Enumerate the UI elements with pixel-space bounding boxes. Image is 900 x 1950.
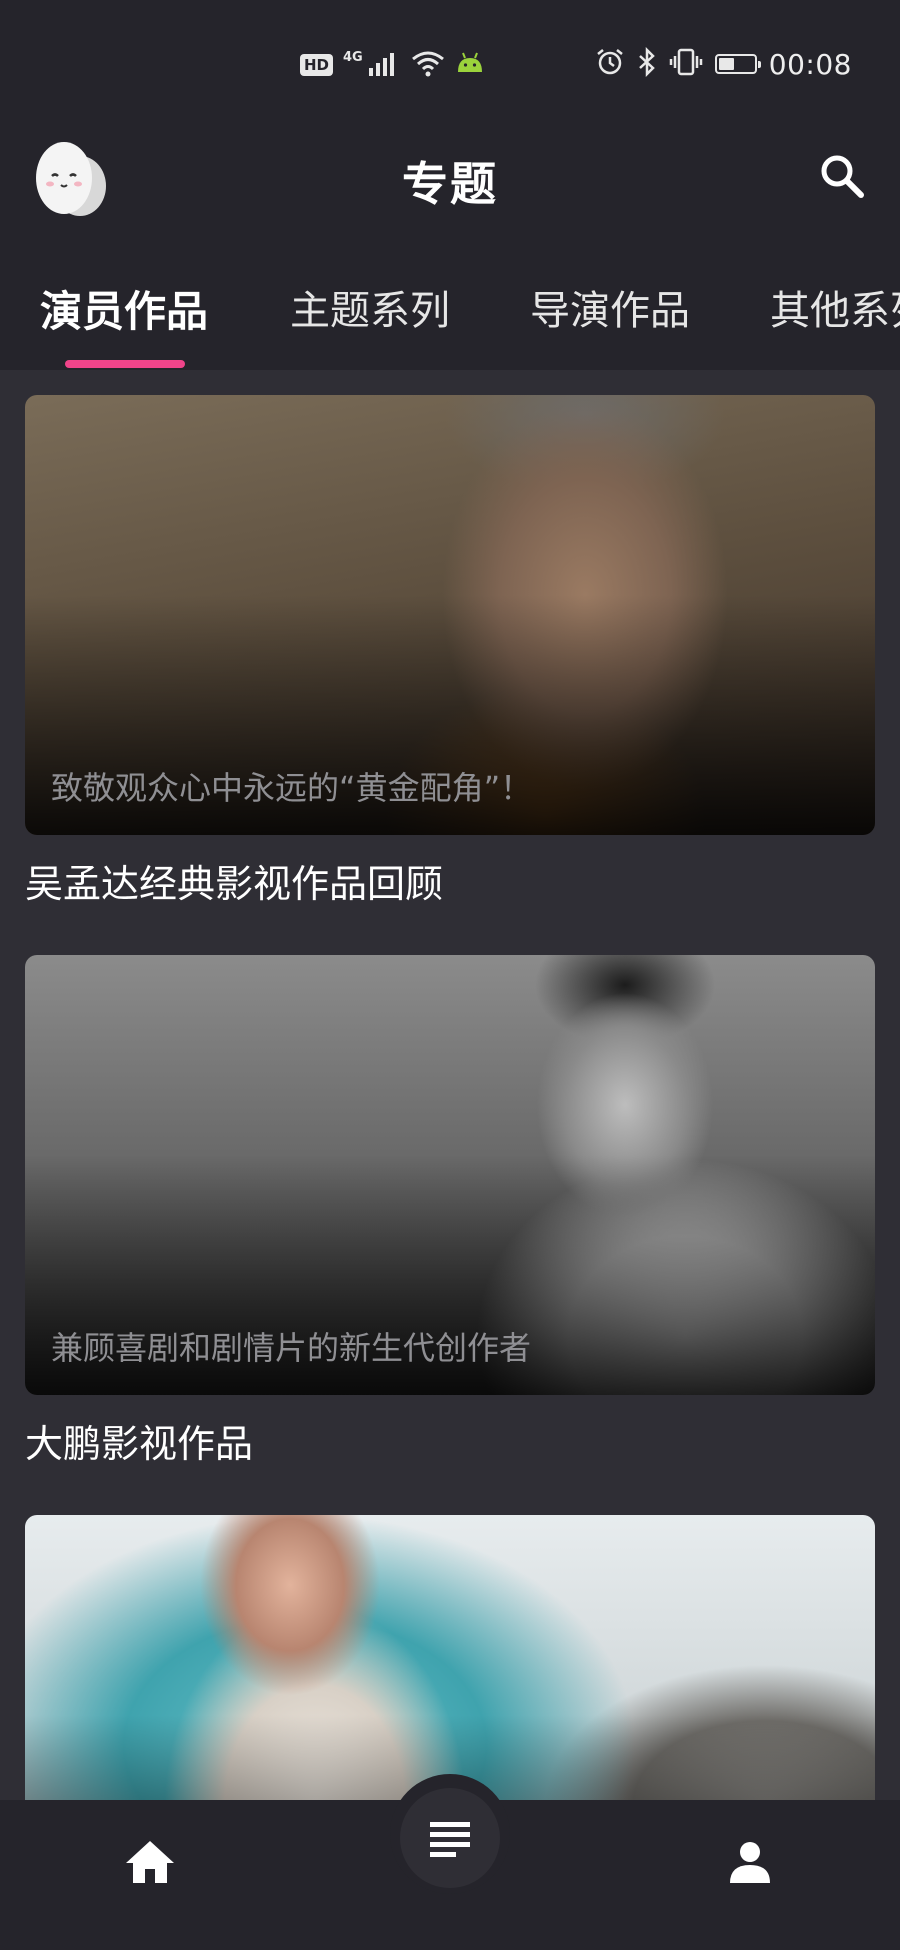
category-tabs: 演员作品 主题系列 导演作品 其他系列 — [0, 240, 900, 370]
home-icon — [126, 1841, 174, 1883]
nav-center-button[interactable] — [400, 1788, 500, 1888]
tab-director-works[interactable]: 导演作品 — [530, 278, 690, 336]
hd-badge: HD — [300, 54, 334, 76]
app-header: 专题 — [0, 130, 900, 240]
status-left: HD 4G — [300, 48, 485, 82]
active-tab-indicator — [65, 360, 185, 368]
tab-theme-series[interactable]: 主题系列 — [290, 278, 450, 336]
topic-title[interactable]: 吴孟达经典影视作品回顾 — [25, 853, 875, 908]
clock: 00:08 — [768, 47, 852, 81]
nav-home[interactable] — [110, 1822, 190, 1902]
user-icon — [730, 1842, 770, 1883]
status-bar: HD 4G 00:08 — [0, 0, 900, 130]
wifi-icon — [411, 49, 445, 81]
topic-card[interactable]: 兼顾喜剧和剧情片的新生代创作者 大鹏影视作品 — [25, 955, 875, 1468]
battery-level-fill — [718, 58, 734, 70]
vibrate-icon — [669, 47, 703, 81]
topic-list: 致敬观众心中永远的“黄金配角”！ 吴孟达经典影视作品回顾 兼顾喜剧和剧情片的新生… — [0, 370, 900, 1800]
tab-other-series[interactable]: 其他系列 — [770, 278, 900, 336]
topic-cover-image[interactable] — [25, 1515, 875, 1800]
status-right: 00:08 — [595, 46, 852, 82]
bluetooth-icon — [637, 46, 657, 81]
signal-icon — [367, 48, 401, 82]
topic-subtitle: 兼顾喜剧和剧情片的新生代创作者 — [51, 1329, 532, 1367]
nav-profile[interactable] — [710, 1822, 790, 1902]
topic-subtitle: 致敬观众心中永远的“黄金配角”！ — [51, 769, 533, 807]
topic-card[interactable] — [25, 1515, 875, 1800]
list-icon — [430, 1822, 470, 1857]
network-type: 4G — [343, 49, 363, 65]
battery-icon — [714, 54, 761, 74]
page-title: 专题 — [402, 157, 498, 211]
android-icon — [455, 50, 485, 80]
topic-cover-image[interactable]: 致敬观众心中永远的“黄金配角”！ — [25, 395, 875, 835]
tab-actor-works[interactable]: 演员作品 — [40, 278, 208, 339]
topic-card[interactable]: 致敬观众心中永远的“黄金配角”！ 吴孟达经典影视作品回顾 — [25, 395, 875, 908]
alarm-icon — [595, 47, 625, 81]
search-button[interactable] — [814, 148, 870, 204]
search-icon — [821, 155, 864, 198]
topic-cover-image[interactable]: 兼顾喜剧和剧情片的新生代创作者 — [25, 955, 875, 1395]
topic-title[interactable]: 大鹏影视作品 — [25, 1413, 875, 1468]
